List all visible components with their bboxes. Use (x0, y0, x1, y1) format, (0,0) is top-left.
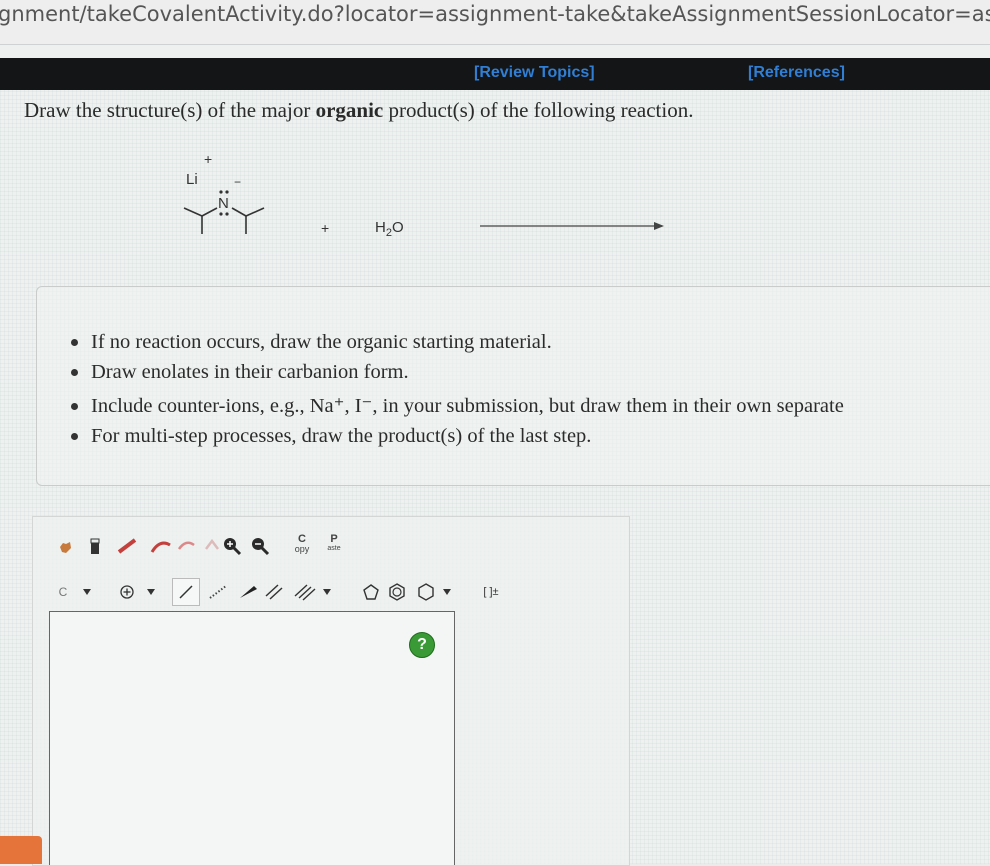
zoom-in-icon[interactable] (222, 536, 242, 556)
water-formula: H2O (375, 219, 404, 239)
side-tab[interactable] (0, 836, 42, 864)
wedge-bond-icon[interactable] (236, 581, 260, 603)
pencil-icon[interactable] (116, 537, 138, 555)
question-prompt: Draw the structure(s) of the major organ… (24, 98, 693, 123)
charge-icon[interactable] (114, 582, 160, 602)
cyclohexane-icon[interactable] (412, 581, 456, 603)
assignment-header-bar: [Review Topics] [References] (0, 58, 990, 90)
question-suffix: product(s) of the following reaction. (383, 98, 694, 122)
arrow-tool-icon[interactable] (150, 537, 174, 555)
amide-charge: − (234, 175, 241, 189)
instruction-item: For multi-step processes, draw the produ… (71, 421, 844, 451)
drawing-canvas[interactable] (49, 611, 455, 865)
lone-pair-bottom (219, 212, 229, 216)
url-text: gnment/takeCovalentActivity.do?locator=a… (0, 2, 990, 26)
eraser-icon[interactable] (86, 536, 104, 556)
triple-bond-icon[interactable] (290, 581, 334, 603)
benzene-icon[interactable] (386, 581, 408, 603)
instruction-item: Include counter-ions, e.g., Na⁺, I⁻, in … (71, 391, 844, 421)
copy-button[interactable]: C opy (291, 531, 313, 557)
help-button[interactable]: ? (409, 632, 435, 658)
paste-button[interactable]: P aste (322, 531, 346, 557)
review-topics-link[interactable]: [Review Topics] (474, 64, 595, 82)
question-prefix: Draw the structure(s) of the major (24, 98, 316, 122)
address-bar[interactable]: gnment/takeCovalentActivity.do?locator=a… (0, 0, 990, 45)
instruction-item: Draw enolates in their carbanion form. (71, 357, 844, 387)
hashed-bond-icon[interactable] (206, 581, 230, 603)
reaction-arrow (480, 222, 664, 230)
rotate-icon[interactable] (202, 537, 222, 555)
question-bold-word: organic (315, 98, 384, 122)
references-link[interactable]: [References] (748, 64, 845, 82)
instructions-list: If no reaction occurs, draw the organic … (71, 327, 844, 451)
zoom-out-icon[interactable] (250, 536, 270, 556)
instruction-item: If no reaction occurs, draw the organic … (71, 327, 844, 357)
spacer (0, 45, 990, 58)
cyclopentane-icon[interactable] (360, 581, 382, 603)
reaction-scheme: Li + − N + H2O (183, 151, 664, 239)
bracket-tool[interactable]: [ ]± (474, 581, 508, 603)
instructions-box: If no reaction occurs, draw the organic … (36, 286, 990, 486)
plus-sign: + (321, 220, 329, 236)
lasso-icon[interactable] (176, 537, 198, 555)
double-bond-icon[interactable] (262, 581, 286, 603)
lithium-charge: + (204, 151, 212, 167)
hand-icon[interactable] (56, 538, 74, 556)
element-selector[interactable]: C (52, 582, 98, 602)
lone-pair-top (219, 190, 229, 194)
nitrogen-atom: N (218, 195, 229, 212)
single-bond-icon[interactable] (172, 578, 200, 606)
lithium-cation: Li (186, 171, 198, 188)
